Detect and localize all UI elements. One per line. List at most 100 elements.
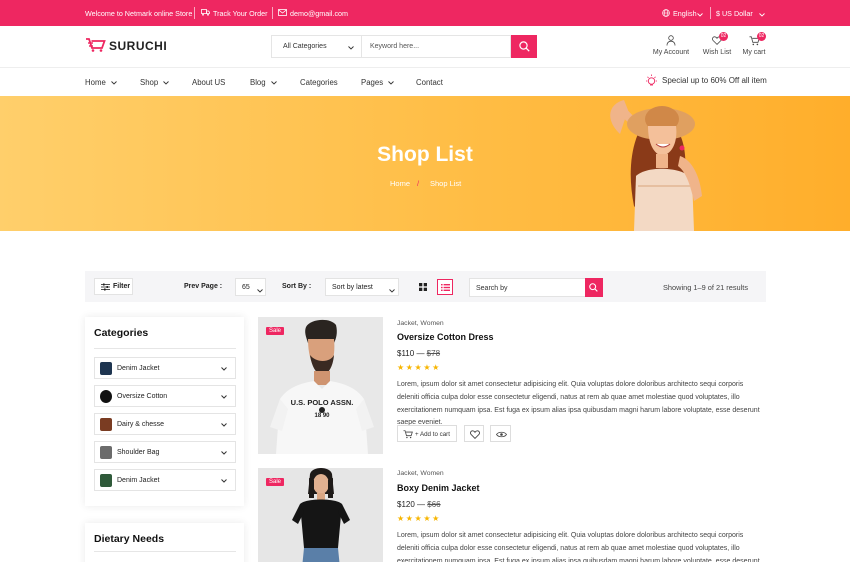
cart-count-badge: 02	[757, 32, 766, 41]
sliders-icon	[101, 283, 110, 293]
category-item[interactable]: Dairy & chesse	[94, 413, 236, 435]
price-dash: —	[416, 349, 425, 358]
jacket-thumb-icon	[100, 474, 112, 487]
page-banner: Shop List Home / Shop List	[0, 96, 850, 231]
heart-icon	[470, 430, 480, 441]
nav-label: Blog	[250, 78, 266, 87]
hero-model-image	[610, 100, 702, 231]
shop-search-input[interactable]: Search by	[469, 278, 586, 297]
chevron-down-icon	[270, 81, 277, 85]
search-input[interactable]: Keyword here...	[370, 43, 419, 50]
category-select-value: All Categories	[283, 43, 327, 50]
current-price: $120	[397, 500, 415, 509]
nav-item-contact[interactable]: Contact	[416, 78, 443, 87]
chevron-down-icon	[221, 451, 227, 455]
chevron-down-icon	[257, 286, 263, 295]
cart-label: My cart	[742, 49, 766, 56]
jacket-thumb-icon	[100, 362, 112, 375]
divider	[194, 7, 195, 19]
chevron-down-icon	[221, 367, 227, 371]
divider	[272, 7, 273, 19]
categories-title: Categories	[94, 327, 149, 339]
nav-label: Shop	[140, 78, 159, 87]
breadcrumb-current: Shop List	[430, 179, 462, 188]
nav-label: Pages	[361, 78, 384, 87]
list-view-button[interactable]	[437, 279, 453, 295]
wishlist-label: Wish List	[702, 49, 732, 56]
search-icon	[519, 41, 530, 54]
filter-label: Filter	[113, 283, 131, 290]
nav-item-home[interactable]: Home	[85, 78, 117, 87]
product-categories[interactable]: Jacket, Women	[397, 470, 444, 477]
category-label: Dairy & chesse	[117, 421, 165, 428]
chevron-down-icon	[348, 45, 354, 52]
bag-thumb-icon	[100, 446, 112, 459]
quick-view-button[interactable]	[490, 425, 511, 442]
prev-page-label: Prev Page :	[184, 283, 223, 290]
dietary-title: Dietary Needs	[94, 533, 165, 545]
product-image[interactable]: Sale	[258, 468, 383, 562]
search-button[interactable]	[511, 35, 537, 58]
nav-item-pages[interactable]: Pages	[361, 78, 395, 87]
model-tshirt-image: U.S. POLO ASSN. 18 90	[258, 317, 383, 454]
wishlist-button[interactable]	[464, 425, 484, 442]
nav-item-about[interactable]: About US	[192, 78, 225, 87]
category-select[interactable]: All Categories	[272, 36, 362, 57]
category-label: Oversize Cotton	[117, 393, 168, 400]
chevron-down-icon	[221, 423, 227, 427]
category-item[interactable]: Shoulder Bag	[94, 441, 236, 463]
product-title[interactable]: Oversize Cotton Dress	[397, 332, 494, 342]
truck-icon	[201, 9, 210, 18]
chevron-down-icon	[759, 10, 765, 19]
rating-stars: ★★★★★	[397, 363, 441, 372]
currency-select[interactable]: $ US Dollar	[716, 9, 753, 18]
chevron-down-icon	[163, 81, 170, 85]
tshirt-print-line1: U.S. POLO ASSN.	[291, 398, 354, 407]
track-order-link[interactable]: Track Your Order	[213, 9, 267, 18]
shop-search-button[interactable]	[585, 278, 603, 297]
filter-button[interactable]: Filter	[94, 278, 133, 295]
globe-icon	[662, 9, 670, 19]
category-item[interactable]: Denim Jacket	[94, 357, 236, 379]
product-price: $120 — $66	[397, 500, 441, 509]
tshirt-print-line2: 18 90	[314, 413, 330, 419]
product-categories[interactable]: Jacket, Women	[397, 320, 444, 327]
breadcrumb-separator: /	[417, 179, 420, 188]
grid-view-icon[interactable]	[419, 283, 427, 293]
sort-value: Sort by latest	[332, 284, 373, 291]
eye-icon	[496, 431, 507, 440]
welcome-text: Welcome to Netmark online Store	[85, 9, 193, 18]
divider	[94, 551, 236, 552]
nav-item-shop[interactable]: Shop	[140, 78, 170, 87]
email-link[interactable]: demo@gmail.com	[290, 9, 348, 18]
chevron-down-icon	[221, 479, 227, 483]
nav-item-categories[interactable]: Categories	[300, 78, 338, 87]
divider	[94, 348, 236, 349]
chevron-down-icon	[389, 286, 395, 295]
sort-select[interactable]: Sort by latest	[325, 278, 399, 296]
prev-page-select[interactable]: 65	[235, 278, 266, 296]
language-select[interactable]: English	[673, 9, 697, 18]
dairy-thumb-icon	[100, 418, 112, 431]
category-label: Denim Jacket	[117, 477, 160, 484]
current-price: $110	[397, 349, 415, 358]
category-item[interactable]: Denim Jacket	[94, 469, 236, 491]
user-icon	[666, 35, 676, 48]
product-image[interactable]: U.S. POLO ASSN. 18 90 Sale	[258, 317, 383, 454]
product-price: $110 — $78	[397, 349, 440, 358]
category-item[interactable]: Oversize Cotton	[94, 385, 236, 407]
chevron-down-icon	[388, 81, 395, 85]
category-label: Shoulder Bag	[117, 449, 160, 456]
mail-icon	[278, 9, 287, 18]
nav-item-blog[interactable]: Blog	[250, 78, 277, 87]
promo-text: Special up to 60% Off all item	[662, 76, 767, 85]
rating-stars: ★★★★★	[397, 514, 441, 523]
product-title[interactable]: Boxy Denim Jacket	[397, 483, 480, 493]
results-count: Showing 1–9 of 21 results	[663, 283, 749, 292]
add-to-cart-button[interactable]: + Add to cart	[397, 425, 457, 442]
add-to-cart-label: + Add to cart	[415, 431, 450, 438]
logo[interactable]: SURUCHI	[109, 39, 167, 53]
category-label: Denim Jacket	[117, 365, 160, 372]
breadcrumb-home[interactable]: Home	[390, 179, 410, 188]
product-description: Lorem, ipsum dolor sit amet consectetur …	[397, 381, 760, 427]
